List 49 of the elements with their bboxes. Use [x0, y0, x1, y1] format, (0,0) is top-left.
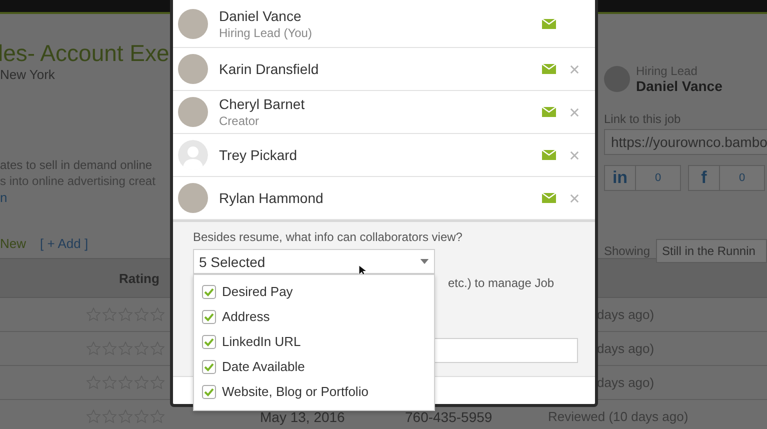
filter-select[interactable]: Still in the Runnin: [656, 239, 767, 263]
collaborator-name: Daniel Vance: [219, 8, 302, 24]
checkbox[interactable]: [202, 360, 216, 374]
mail-icon[interactable]: [542, 150, 556, 160]
job-location: New York: [0, 67, 55, 82]
avatar-placeholder: [178, 183, 208, 213]
mail-icon[interactable]: [542, 18, 556, 28]
collaborator-name: Trey Pickard: [219, 147, 298, 163]
column-header: Rating: [119, 270, 160, 286]
close-icon[interactable]: [570, 194, 579, 202]
avatar-placeholder: [604, 66, 630, 92]
checkbox[interactable]: [202, 334, 216, 348]
checkbox[interactable]: [202, 310, 216, 324]
mail-icon[interactable]: [542, 64, 556, 74]
hiring-lead-name: Daniel Vance: [636, 78, 722, 94]
caret-icon: [420, 259, 429, 264]
permission-text: etc.) to manage Job: [448, 276, 554, 290]
job-link[interactable]: n: [0, 190, 8, 208]
option-item[interactable]: Website, Blog or Portfolio: [202, 379, 426, 404]
option-item[interactable]: Desired Pay: [202, 279, 426, 304]
checkbox[interactable]: [202, 384, 216, 398]
phone-text: 760-435-5959: [405, 408, 492, 424]
info-dropdown[interactable]: 5 Selected: [193, 249, 435, 274]
avatar-placeholder: [178, 97, 208, 127]
checkbox[interactable]: [202, 284, 216, 298]
share-button[interactable]: f 0: [688, 165, 765, 191]
option-item[interactable]: LinkedIn URL: [202, 329, 426, 354]
person-silhouette-icon: [178, 140, 208, 170]
close-icon[interactable]: [570, 108, 579, 116]
add-link[interactable]: [ + Add ]: [40, 236, 88, 251]
close-icon[interactable]: [570, 64, 579, 74]
date-text: May 13, 2016: [260, 408, 345, 424]
close-icon[interactable]: [570, 150, 579, 160]
collaborator-role: Hiring Lead (You): [219, 26, 313, 40]
job-url-field[interactable]: https://yourownco.bambo: [604, 129, 767, 155]
collaborator-name: Rylan Hammond: [219, 190, 324, 206]
new-tab[interactable]: New: [0, 236, 26, 251]
question-label: Besides resume, what info can collaborators view?: [193, 230, 464, 244]
option-item[interactable]: Address: [202, 304, 426, 329]
collaborator-name: Karin Dransfield: [219, 61, 320, 77]
avatar-placeholder: [178, 8, 208, 38]
avatar-placeholder: [178, 54, 208, 84]
option-item[interactable]: Date Available: [202, 354, 426, 379]
share-button[interactable]: in 0: [604, 165, 681, 191]
input-field[interactable]: [433, 338, 578, 363]
mail-icon[interactable]: [542, 107, 556, 117]
mail-icon[interactable]: [542, 193, 556, 203]
collaborator-role: Creator: [219, 114, 260, 128]
collaborator-name: Cheryl Barnet: [219, 96, 306, 112]
